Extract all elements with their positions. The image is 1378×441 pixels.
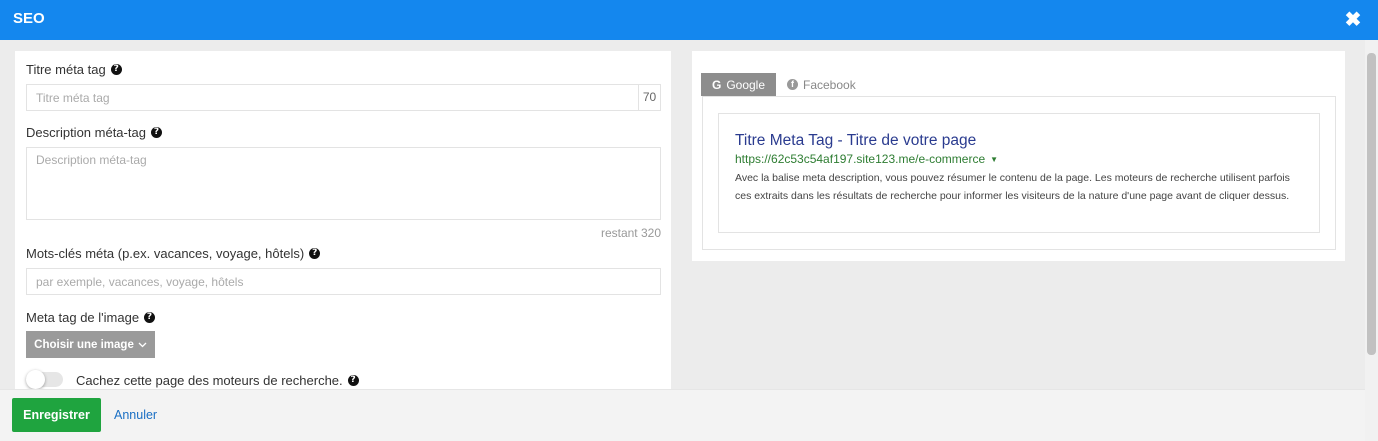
preview-description: Avec la balise meta description, vous po…: [735, 172, 1290, 202]
preview-url: https://62c53c54af197.site123.me/e-comme…: [735, 152, 998, 166]
meta-title-input[interactable]: [27, 85, 660, 110]
help-icon[interactable]: ?: [110, 64, 122, 75]
search-result-card: Titre Meta Tag - Titre de votre page htt…: [718, 113, 1320, 233]
keywords-input[interactable]: [27, 269, 660, 294]
google-icon: G: [711, 77, 722, 92]
preview-url-text: https://62c53c54af197.site123.me/e-comme…: [735, 152, 986, 166]
search-preview-container: Titre Meta Tag - Titre de votre page htt…: [702, 96, 1336, 250]
seo-preview-panel: G Google f Facebook Titre Meta Tag - Tit…: [692, 51, 1345, 261]
image-label: Meta tag de l'image ?: [26, 310, 156, 325]
tab-google[interactable]: G Google: [701, 73, 776, 96]
meta-title-label-text: Titre méta tag: [26, 62, 106, 77]
keywords-field[interactable]: [26, 268, 661, 295]
keywords-label: Mots-clés méta (p.ex. vacances, voyage, …: [26, 246, 321, 261]
facebook-icon: f: [787, 79, 798, 90]
tab-facebook[interactable]: f Facebook: [787, 73, 856, 96]
modal-title: SEO: [13, 10, 45, 27]
caret-down-icon: ▼: [990, 154, 999, 164]
help-icon[interactable]: ?: [144, 312, 156, 323]
tab-google-label: Google: [726, 77, 766, 92]
meta-desc-field[interactable]: [26, 147, 661, 220]
meta-title-char-counter: 70: [638, 85, 660, 110]
preview-title: Titre Meta Tag - Titre de votre page: [735, 132, 977, 149]
hide-page-label: Cachez cette page des moteurs de recherc…: [76, 373, 359, 388]
help-icon[interactable]: ?: [347, 375, 359, 386]
image-label-text: Meta tag de l'image: [26, 310, 140, 325]
seo-form-panel: Titre méta tag ? 70 Description méta-tag…: [15, 51, 671, 391]
keywords-label-text: Mots-clés méta (p.ex. vacances, voyage, …: [26, 246, 305, 261]
modal-footer: Enregistrer Annuler: [0, 389, 1365, 441]
meta-desc-label: Description méta-tag ?: [26, 125, 162, 140]
cancel-link[interactable]: Annuler: [114, 408, 157, 422]
scrollbar[interactable]: [1365, 40, 1378, 441]
modal-header: SEO ✖: [0, 0, 1378, 40]
meta-desc-label-text: Description méta-tag: [26, 125, 146, 140]
help-icon[interactable]: ?: [309, 248, 321, 259]
choose-image-button[interactable]: Choisir une image: [26, 331, 155, 358]
close-icon[interactable]: ✖: [1342, 9, 1364, 31]
meta-desc-textarea[interactable]: [27, 148, 660, 219]
save-button[interactable]: Enregistrer: [12, 398, 101, 432]
hide-page-label-text: Cachez cette page des moteurs de recherc…: [76, 373, 343, 388]
meta-desc-remaining: restant 320: [600, 226, 661, 240]
meta-title-label: Titre méta tag ?: [26, 62, 122, 77]
tab-facebook-label: Facebook: [803, 77, 856, 92]
chevron-down-icon: [138, 342, 147, 347]
meta-title-field[interactable]: 70: [26, 84, 661, 111]
help-icon[interactable]: ?: [150, 127, 162, 138]
toggle-knob: [26, 370, 45, 389]
scrollbar-thumb[interactable]: [1367, 53, 1376, 355]
choose-image-label: Choisir une image: [34, 338, 134, 351]
hide-page-toggle[interactable]: [26, 370, 63, 389]
